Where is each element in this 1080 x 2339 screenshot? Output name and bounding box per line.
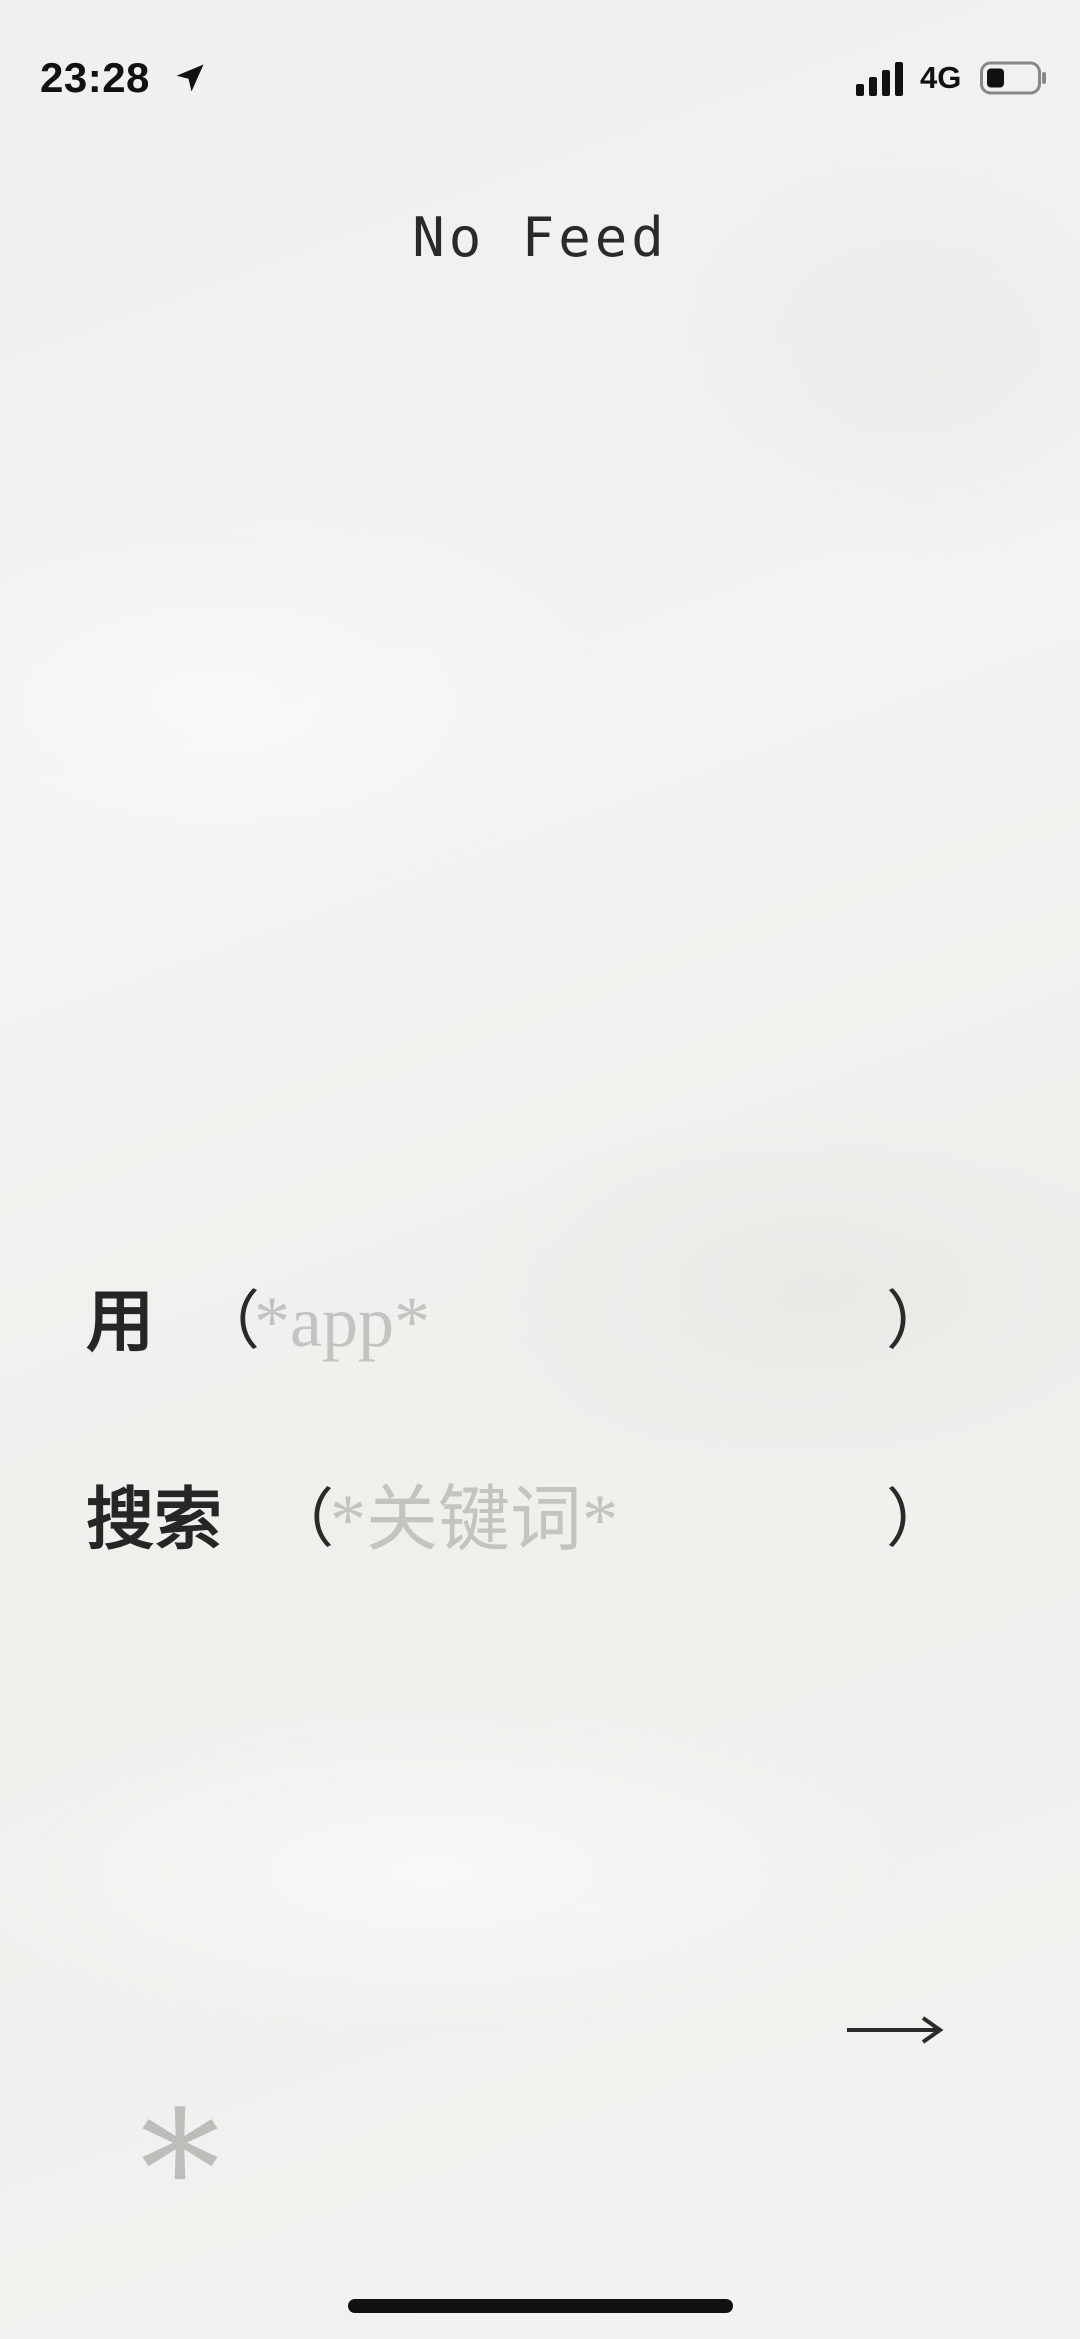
app-row: 用 （ ） bbox=[86, 1272, 966, 1372]
asterisk-button[interactable]: * bbox=[140, 2090, 220, 2250]
keyword-input[interactable] bbox=[330, 1478, 860, 1562]
right-arrow-icon[interactable] bbox=[845, 2000, 945, 2060]
page-title: No Feed bbox=[412, 206, 668, 269]
app-row-label: 用 bbox=[86, 1282, 155, 1362]
app-close-paren: ） bbox=[886, 1285, 950, 1359]
battery-icon bbox=[980, 61, 1046, 95]
home-indicator[interactable] bbox=[348, 2299, 733, 2313]
network-type-label: 4G bbox=[920, 60, 962, 95]
status-time: 23:28 bbox=[40, 54, 150, 101]
app-input[interactable] bbox=[254, 1280, 854, 1364]
status-bar: 23:28 4G bbox=[0, 0, 1080, 150]
search-row-label: 搜索 bbox=[86, 1480, 223, 1560]
signal-icon bbox=[856, 62, 903, 96]
paper-texture-background bbox=[0, 0, 1080, 2339]
search-row: 搜索 （ ） bbox=[86, 1470, 966, 1570]
search-close-paren: ） bbox=[886, 1483, 950, 1557]
app-open-paren: （ bbox=[196, 1285, 260, 1359]
location-arrow-icon bbox=[176, 64, 204, 92]
search-open-paren: （ bbox=[270, 1483, 334, 1557]
